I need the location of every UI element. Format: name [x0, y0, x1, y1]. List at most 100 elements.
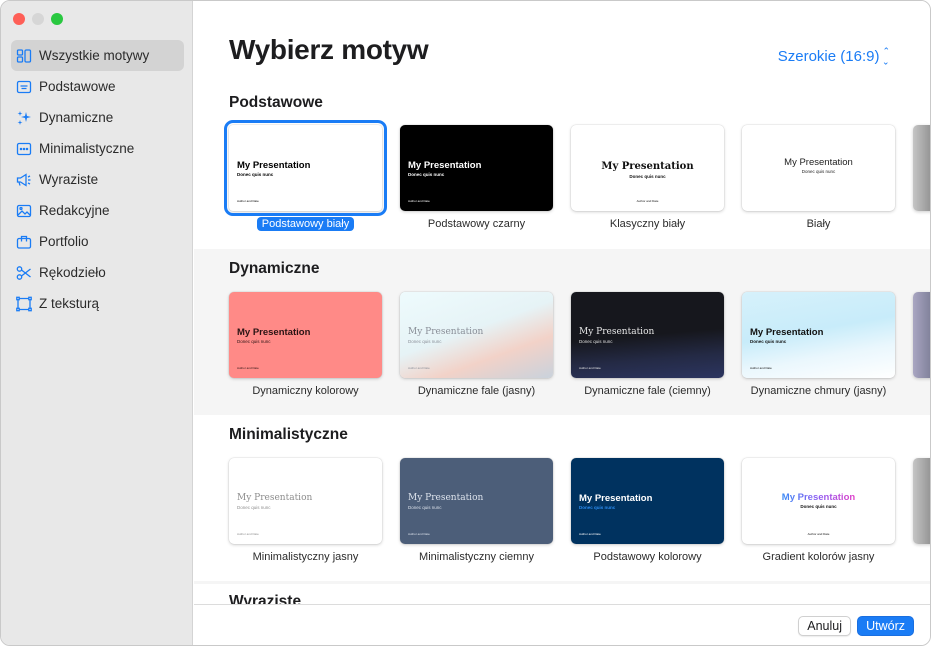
- page-title: Wybierz motyw: [229, 34, 429, 65]
- theme-thumbnail: My Presentation Donec quis nunc Author a…: [229, 458, 382, 544]
- theme-card-dynamic-waves-dark[interactable]: My Presentation Donec quis nunc Author a…: [571, 292, 724, 398]
- sidebar-item-dynamic[interactable]: Dynamiczne: [11, 102, 184, 133]
- thumb-author: Author and Date: [237, 532, 259, 536]
- theme-card-basic-black[interactable]: My Presentation Donec quis nunc Author a…: [400, 125, 553, 231]
- theme-row: My Presentation Donec quis nunc Author a…: [229, 292, 930, 398]
- minimize-window-button[interactable]: [32, 13, 44, 25]
- thumb-title: My Presentation: [237, 160, 311, 171]
- sidebar-item-bold[interactable]: Wyraziste: [11, 164, 184, 195]
- next-theme-peek[interactable]: [913, 125, 930, 211]
- theme-card-minimal-dark[interactable]: My Presentation Donec quis nunc Author a…: [400, 458, 553, 564]
- sidebar-item-label: Podstawowe: [39, 79, 116, 94]
- close-window-button[interactable]: [13, 13, 25, 25]
- thumb-title: My Presentation: [784, 157, 853, 168]
- theme-thumbnail: My Presentation Donec quis nunc Author a…: [571, 458, 724, 544]
- texture-frame-icon: [16, 296, 32, 312]
- theme-card-minimal-light[interactable]: My Presentation Donec quis nunc Author a…: [229, 458, 382, 564]
- theme-row: My Presentation Donec quis nunc Author a…: [224, 120, 930, 231]
- sidebar-item-label: Redakcyjne: [39, 203, 110, 218]
- theme-thumbnail: My Presentation Donec quis nunc Author a…: [229, 292, 382, 378]
- sidebar-item-all-themes[interactable]: Wszystkie motywy: [11, 40, 184, 71]
- thumb-subtitle: Donec quis nunc: [237, 172, 274, 177]
- theme-thumbnail: My Presentation Donec quis nunc Author a…: [400, 125, 553, 211]
- sidebar-item-editorial[interactable]: Redakcyjne: [11, 195, 184, 226]
- thumb-subtitle: Donec quis nunc: [750, 339, 787, 344]
- theme-label: Podstawowy kolorowy: [593, 551, 702, 563]
- theme-card-basic-color[interactable]: My Presentation Donec quis nunc Author a…: [571, 458, 724, 564]
- theme-label: Minimalistyczny jasny: [252, 551, 359, 563]
- briefcase-icon: [16, 234, 32, 250]
- theme-card-dynamic-clouds-light[interactable]: My Presentation Donec quis nunc Author a…: [742, 292, 895, 398]
- section-title: Minimalistyczne: [229, 426, 348, 443]
- dialog-footer: Anuluj Utwórz: [194, 604, 930, 645]
- thumb-author: Author and Date: [579, 366, 601, 370]
- ellipsis-rect-icon: [16, 141, 32, 157]
- theme-gallery: Wybierz motyw Szerokie (16:9) ⌃ ⌃ Podstaw…: [194, 1, 930, 604]
- theme-thumbnail: My Presentation Donec quis nunc: [742, 125, 895, 211]
- next-theme-peek[interactable]: [913, 458, 930, 544]
- thumb-title: My Presentation: [579, 493, 653, 504]
- thumb-author: Author and Date: [408, 199, 430, 203]
- sidebar-item-portfolio[interactable]: Portfolio: [11, 226, 184, 257]
- theme-thumbnail: My Presentation Donec quis nunc Author a…: [400, 458, 553, 544]
- theme-card-white[interactable]: My Presentation Donec quis nunc Biały: [742, 125, 895, 231]
- window-controls: [13, 13, 63, 25]
- thumb-subtitle: Donec quis nunc: [237, 505, 271, 510]
- theme-card-gradient-light[interactable]: My Presentation Donec quis nunc Author a…: [742, 458, 895, 564]
- theme-thumbnail: My Presentation Donec quis nunc Author a…: [224, 120, 387, 216]
- megaphone-icon: [16, 172, 32, 188]
- create-button[interactable]: Utwórz: [857, 616, 914, 636]
- sidebar-item-craft[interactable]: Rękodzieło: [11, 257, 184, 288]
- zoom-window-button[interactable]: [51, 13, 63, 25]
- section-title: Dynamiczne: [229, 260, 320, 277]
- section-minimalist: Minimalistyczne My Presentation Donec qu…: [194, 415, 930, 581]
- thumb-subtitle: Donec quis nunc: [408, 505, 442, 510]
- sidebar-item-basic[interactable]: Podstawowe: [11, 71, 184, 102]
- theme-card-dynamic-color[interactable]: My Presentation Donec quis nunc Author a…: [229, 292, 382, 398]
- sidebar-item-label: Portfolio: [39, 234, 89, 249]
- thumb-subtitle: Donec quis nunc: [237, 339, 271, 344]
- aspect-ratio-popup[interactable]: Szerokie (16:9) ⌃ ⌃: [778, 47, 890, 67]
- section-title: Podstawowe: [229, 94, 323, 111]
- thumb-subtitle: Donec quis nunc: [800, 504, 837, 509]
- section-bold-header-bg: Wyraziste: [194, 584, 930, 604]
- theme-card-basic-white[interactable]: My Presentation Donec quis nunc Author a…: [224, 120, 387, 231]
- thumb-author: Author and Date: [237, 366, 259, 370]
- sparkles-icon: [16, 110, 32, 126]
- theme-label: Podstawowy czarny: [427, 218, 526, 230]
- theme-label: Klasyczny biały: [609, 218, 686, 230]
- thumb-title: My Presentation: [237, 327, 311, 338]
- section-title-bold: Wyraziste: [229, 593, 302, 604]
- photo-icon: [16, 203, 32, 219]
- thumb-title: My Presentation: [408, 327, 484, 337]
- sidebar-item-label: Wszystkie motywy: [39, 48, 150, 63]
- thumb-subtitle: Donec quis nunc: [629, 174, 666, 179]
- theme-thumbnail: My Presentation Donec quis nunc Author a…: [571, 125, 724, 211]
- theme-label: Biały: [806, 218, 831, 230]
- thumb-title: My Presentation: [408, 160, 482, 171]
- thumb-author: Author and Date: [750, 366, 772, 370]
- sidebar-item-minimalist[interactable]: Minimalistyczne: [11, 133, 184, 164]
- thumb-title: My Presentation: [237, 493, 313, 503]
- slide-icon: [16, 79, 32, 95]
- theme-card-dynamic-waves-light[interactable]: My Presentation Donec quis nunc Author a…: [400, 292, 553, 398]
- theme-thumbnail: My Presentation Donec quis nunc Author a…: [742, 292, 895, 378]
- theme-chooser-window: Wszystkie motywy Podstawowe Dynamiczne M…: [0, 0, 931, 646]
- sidebar-category-list: Wszystkie motywy Podstawowe Dynamiczne M…: [11, 40, 184, 319]
- theme-label: Dynamiczne fale (ciemny): [584, 385, 711, 397]
- theme-row: My Presentation Donec quis nunc Author a…: [229, 458, 930, 564]
- sidebar-item-textured[interactable]: Z teksturą: [11, 288, 184, 319]
- sidebar-item-label: Rękodzieło: [39, 265, 106, 280]
- next-theme-peek[interactable]: [913, 292, 930, 378]
- sidebar-item-label: Minimalistyczne: [39, 141, 135, 156]
- section-dynamic: Dynamiczne My Presentation Donec quis nu…: [194, 249, 930, 415]
- thumb-author: Author and Date: [408, 532, 430, 536]
- theme-label: Podstawowy biały: [256, 217, 355, 231]
- theme-card-classic-white[interactable]: My Presentation Donec quis nunc Author a…: [571, 125, 724, 231]
- sidebar-item-label: Wyraziste: [39, 172, 99, 187]
- thumb-title: My Presentation: [750, 327, 824, 338]
- cancel-button[interactable]: Anuluj: [798, 616, 851, 636]
- thumb-subtitle: Donec quis nunc: [579, 505, 616, 510]
- thumb-title: My Presentation: [408, 493, 484, 503]
- section-basic: Podstawowe My Presentation Donec quis nu…: [194, 83, 930, 247]
